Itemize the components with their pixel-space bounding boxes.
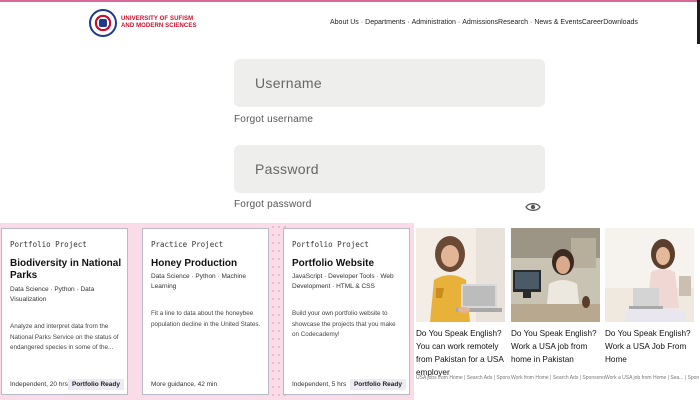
nav-separator: · bbox=[530, 19, 533, 26]
forgot-username-link[interactable]: Forgot username bbox=[234, 114, 313, 125]
password-placeholder: Password bbox=[255, 161, 319, 177]
username-placeholder: Username bbox=[255, 75, 322, 91]
ad-image-woman-laptop-floor[interactable] bbox=[605, 228, 694, 322]
nav-separator: · bbox=[360, 19, 364, 26]
ad-source: Work from Home | Search Ads | Sponsored bbox=[511, 375, 605, 381]
forgot-password-link[interactable]: Forgot password bbox=[234, 199, 311, 210]
card-meta: Independent, 20 hrs bbox=[10, 381, 68, 388]
card-description: Build your own portfolio website to show… bbox=[292, 310, 396, 338]
nav-separator: · bbox=[457, 19, 461, 26]
project-card-biodiversity[interactable]: Portfolio Project Biodiversity in Nation… bbox=[1, 228, 128, 395]
portfolio-ready-badge: Portfolio Ready bbox=[67, 379, 124, 390]
logo-line-1: UNIVERSITY OF SUFISM bbox=[121, 16, 194, 22]
card-title: Biodiversity in National Parks bbox=[10, 258, 122, 281]
nav-separator: · bbox=[407, 19, 410, 26]
password-field[interactable]: Password bbox=[234, 145, 545, 193]
card-description: Analyze and interpret data from the Nati… bbox=[10, 323, 119, 351]
card-eyebrow: Portfolio Project bbox=[10, 240, 87, 249]
nav-about-us[interactable]: About Us bbox=[330, 19, 359, 26]
card-title: Honey Production bbox=[151, 258, 238, 269]
ad-source: USA jobs from Home | Search Ads | Sponso… bbox=[416, 375, 510, 381]
card-eyebrow: Practice Project bbox=[151, 240, 224, 249]
username-field[interactable]: Username bbox=[234, 59, 545, 107]
card-eyebrow: Portfolio Project bbox=[292, 240, 369, 249]
university-seal-icon bbox=[89, 9, 117, 37]
card-tags: Data Science · Python · Data Visualizati… bbox=[10, 286, 95, 303]
nav-news-career-downloads[interactable]: News & EventsCareerDownloads bbox=[534, 19, 638, 26]
card-tags: JavaScript · Developer Tools · Web Devel… bbox=[292, 273, 394, 290]
nav-departments[interactable]: Departments bbox=[365, 19, 405, 26]
ad-title[interactable]: Do You Speak English? You can work remot… bbox=[416, 327, 508, 379]
ad-image-woman-laptop-yellow[interactable] bbox=[416, 228, 505, 322]
show-password-eye-icon[interactable] bbox=[525, 202, 541, 212]
project-card-honey-production[interactable]: Practice Project Honey Production Data S… bbox=[142, 228, 269, 395]
logo-text: UNIVERSITY OF SUFISM AND MODERN SCIENCES bbox=[121, 16, 197, 30]
card-description: Fit a line to data about the honeybee po… bbox=[151, 310, 261, 328]
ad-title[interactable]: Do You Speak English? Work a USA job fro… bbox=[511, 327, 603, 366]
card-meta: More guidance, 42 min bbox=[151, 381, 218, 388]
ad-image-woman-computer-headset[interactable] bbox=[511, 228, 600, 322]
ad-source: Work a USA job from Home | Sea... | Spon… bbox=[605, 375, 699, 381]
main-nav: About Us · Departments · Administration … bbox=[330, 19, 638, 26]
card-title: Portfolio Website bbox=[292, 258, 375, 269]
ad-title[interactable]: Do You Speak English? Work a USA Job Fro… bbox=[605, 327, 697, 366]
nav-admissions-research[interactable]: AdmissionsResearch bbox=[462, 19, 528, 26]
portfolio-ready-badge: Portfolio Ready bbox=[349, 379, 406, 390]
card-tags: Data Science · Python · Machine Learning bbox=[151, 273, 247, 290]
logo-line-2: AND MODERN SCIENCES bbox=[121, 23, 197, 29]
nav-administration[interactable]: Administration bbox=[412, 19, 456, 26]
university-logo[interactable]: UNIVERSITY OF SUFISM AND MODERN SCIENCES bbox=[89, 8, 209, 38]
project-card-portfolio-website[interactable]: Portfolio Project Portfolio Website Java… bbox=[283, 228, 410, 395]
site-header: UNIVERSITY OF SUFISM AND MODERN SCIENCES… bbox=[0, 2, 700, 42]
